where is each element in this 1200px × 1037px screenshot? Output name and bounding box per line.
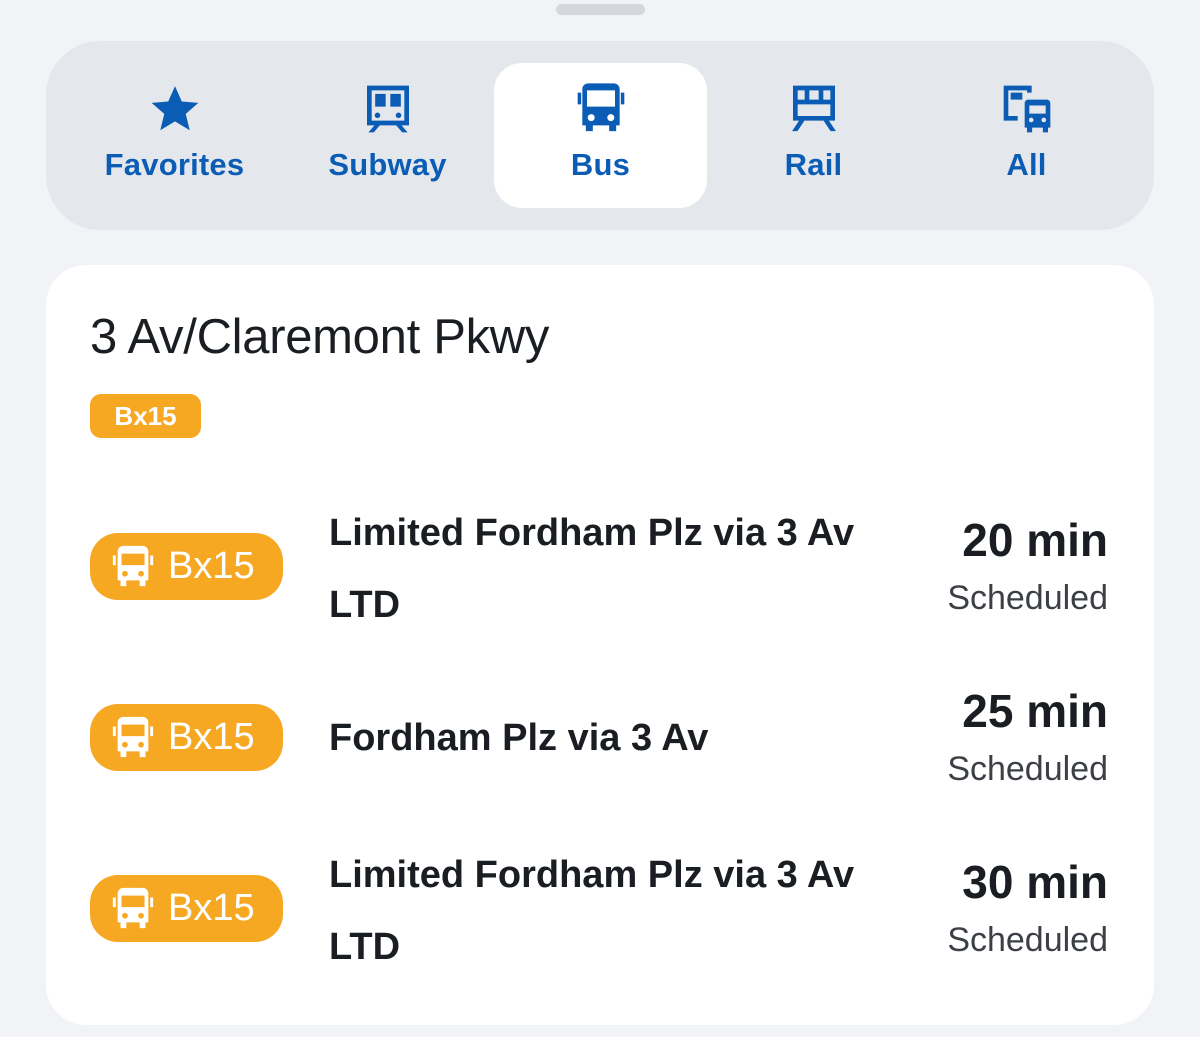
route-chip[interactable]: Bx15 [90,394,201,438]
tab-label: All [1006,147,1047,182]
rail-icon [784,81,844,137]
headsign: Fordham Plz via 3 Av [329,717,709,759]
headsign: Limited Fordham Plz via 3 Av LTD [329,854,855,968]
route-name: Bx15 [168,545,255,587]
headsign: Limited Fordham Plz via 3 Av LTD [329,512,855,626]
route-name: Bx15 [168,716,255,758]
arrival-row[interactable]: Bx15 Fordham Plz via 3 Av 25 min Schedul… [46,666,1154,816]
all-modes-icon [997,81,1057,137]
bus-icon [110,544,156,590]
star-icon [145,81,205,137]
eta-status: Scheduled [947,921,1108,959]
tab-bus[interactable]: Bus [494,63,707,208]
eta: 25 min Scheduled [947,683,1108,789]
tab-all[interactable]: All [920,63,1133,208]
tab-favorites[interactable]: Favorites [68,63,281,208]
arrival-row[interactable]: Bx15 Limited Fordham Plz via 3 Av LTD 30… [46,837,1154,987]
eta: 30 min Scheduled [947,854,1108,960]
bus-icon [110,886,156,932]
route-badge: Bx15 [90,875,283,942]
stop-name: 3 Av/Claremont Pkwy [90,310,550,364]
eta-status: Scheduled [947,750,1108,788]
tab-label: Subway [328,147,447,182]
subway-icon [358,81,418,137]
arrival-row[interactable]: Bx15 Limited Fordham Plz via 3 Av LTD 20… [46,495,1154,645]
eta-status: Scheduled [947,579,1108,617]
tab-label: Rail [784,147,843,182]
eta-minutes: 30 min [962,856,1108,908]
tab-subway[interactable]: Subway [281,63,494,208]
eta-minutes: 25 min [962,685,1108,737]
tab-label: Bus [570,147,631,182]
stop-card[interactable]: 3 Av/Claremont Pkwy Bx15 Bx15 Limited Fo… [46,265,1154,1025]
eta: 20 min Scheduled [947,512,1108,618]
route-name: Bx15 [168,887,255,929]
eta-minutes: 20 min [962,514,1108,566]
route-badge: Bx15 [90,704,283,771]
bus-icon [571,81,631,137]
tab-label: Favorites [104,147,245,182]
route-badge: Bx15 [90,533,283,600]
bus-icon [110,715,156,761]
sheet-grabber-handle[interactable] [556,4,645,15]
transit-mode-selector: Favorites Subway Bus Rail All [46,41,1154,230]
tab-rail[interactable]: Rail [707,63,920,208]
